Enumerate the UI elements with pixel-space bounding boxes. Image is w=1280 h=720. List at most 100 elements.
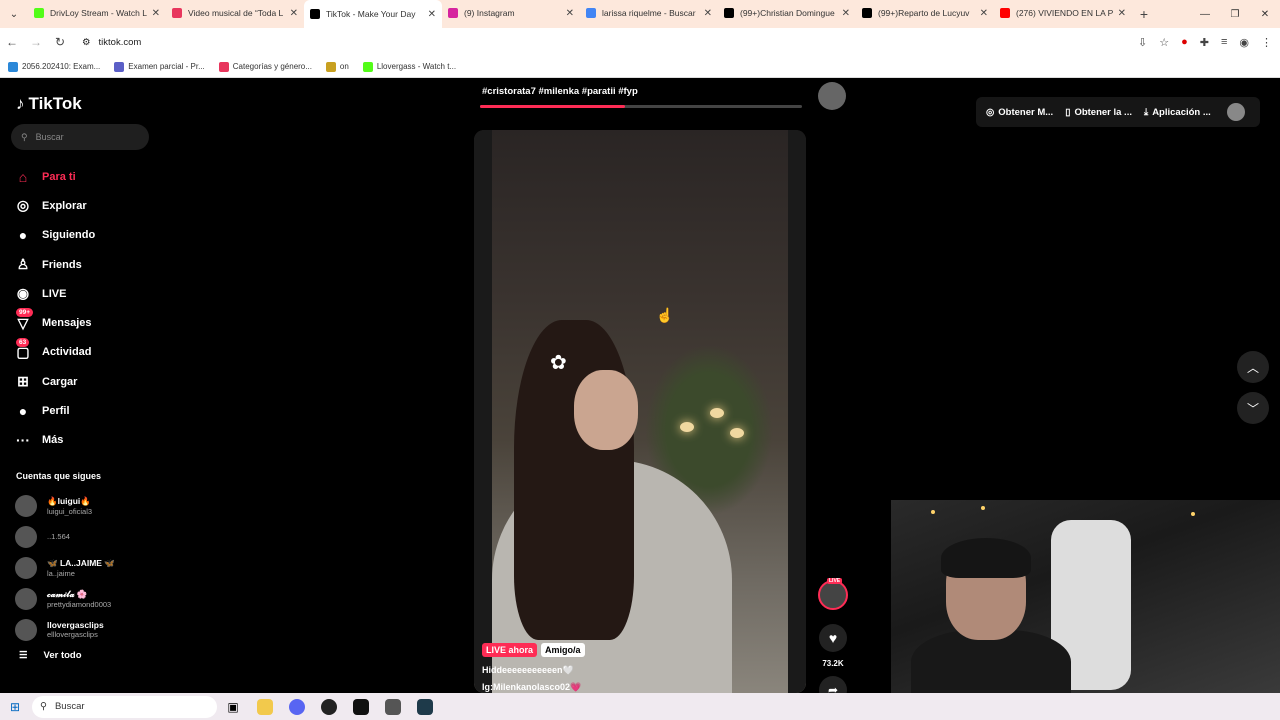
- tab-close-icon[interactable]: ✕: [704, 8, 712, 19]
- download-icon: ⤓: [1143, 106, 1149, 118]
- next-video-button[interactable]: ﹀: [1237, 392, 1269, 424]
- tab-favicon-icon: [586, 8, 596, 18]
- reading-list-icon[interactable]: ≡: [1221, 36, 1227, 48]
- following-item[interactable]: 🔥luigui🔥 luigui_oficial3: [15, 490, 115, 521]
- get-coins-button[interactable]: ◎ Obtener M...: [986, 107, 1053, 118]
- site-info-icon[interactable]: ⚙: [82, 37, 91, 48]
- bookmark-favicon-icon: [362, 61, 373, 72]
- obs-icon[interactable]: [313, 693, 345, 720]
- league-icon[interactable]: [409, 693, 441, 720]
- following-item[interactable]: 🦋 LA..JAIME 🦋 la..jaime: [15, 552, 115, 583]
- url-field[interactable]: ⚙ tiktok.com: [82, 37, 141, 48]
- sidebar-item-home[interactable]: ⌂ Para ti: [14, 162, 95, 191]
- video-progress-bar[interactable]: [480, 105, 802, 108]
- previous-video-avatar[interactable]: [818, 82, 846, 110]
- window-controls: — ❐ ✕: [1190, 0, 1280, 28]
- sidebar-item-more[interactable]: ··· Más: [14, 426, 95, 455]
- bookmark-star-icon[interactable]: ☆: [1159, 36, 1169, 49]
- video-face: [574, 370, 638, 450]
- chrome-app-icon[interactable]: [377, 693, 409, 720]
- close-window-button[interactable]: ✕: [1250, 9, 1280, 20]
- video-hashtags[interactable]: #cristorata7 #milenka #paratii #fyp: [482, 86, 638, 97]
- menu-icon[interactable]: ⋮: [1261, 36, 1272, 49]
- profile-icon[interactable]: ◉: [1239, 36, 1249, 49]
- tiktok-logo[interactable]: ♪ TikTok: [16, 94, 82, 114]
- bookmark-item[interactable]: Categorías y género...: [218, 61, 312, 72]
- reload-button[interactable]: ↻: [48, 35, 72, 49]
- tab-close-icon[interactable]: ✕: [980, 8, 988, 19]
- user-avatar[interactable]: [1226, 103, 1245, 121]
- install-app-icon[interactable]: ⇩: [1138, 36, 1147, 49]
- browser-tab[interactable]: larissa riquelme - Buscar ✕: [580, 0, 718, 26]
- browser-tab[interactable]: TikTok - Make Your Day ✕: [304, 0, 442, 28]
- previous-video-button[interactable]: ︿: [1237, 351, 1269, 383]
- live-row: LIVE ahora Amigo/a: [482, 643, 585, 657]
- sidebar-item-profile-avatar[interactable]: ● Perfil: [14, 396, 95, 425]
- tab-close-icon[interactable]: ✕: [290, 8, 298, 19]
- like-count: 73.2K: [822, 659, 844, 668]
- sidebar-item-activity[interactable]: ▢ Actividad 63: [14, 337, 95, 367]
- bookmark-item[interactable]: Examen parcial - Pr...: [114, 61, 205, 72]
- get-app-button[interactable]: ▯ Obtener la ...: [1065, 107, 1132, 118]
- following-heading: Cuentas que sigues: [16, 471, 102, 481]
- top-right-actions: ◎ Obtener M... ▯ Obtener la ... ⤓ Aplicació…: [976, 97, 1260, 127]
- restore-button[interactable]: ❐: [1220, 9, 1250, 20]
- browser-tab[interactable]: (276) VIVIENDO EN LA PI ✕: [994, 0, 1132, 26]
- tab-close-icon[interactable]: ✕: [566, 8, 574, 19]
- creator-live-avatar[interactable]: LIVE: [818, 578, 848, 610]
- browser-tab[interactable]: (9) Instagram ✕: [442, 0, 580, 26]
- sidebar-item-upload[interactable]: ⊞ Cargar: [14, 367, 95, 396]
- sidebar-item-following-avatar[interactable]: ● Siguiendo: [14, 221, 95, 250]
- video-right-edge: [788, 130, 806, 693]
- browser-tab[interactable]: DrivLoy Stream - Watch L ✕: [28, 0, 166, 26]
- sidebar-item-label: Actividad: [42, 346, 92, 359]
- taskbar-search[interactable]: ⚲ Buscar: [32, 695, 217, 718]
- sidebar-item-messages[interactable]: ▽ Mensajes 99+: [14, 308, 95, 337]
- windows-start-icon[interactable]: ⊞: [0, 700, 30, 714]
- opera-extension-icon[interactable]: ●: [1181, 36, 1188, 48]
- tab-search-button[interactable]: ⌄: [0, 0, 28, 28]
- tab-close-icon[interactable]: ✕: [152, 8, 160, 19]
- live-now-badge[interactable]: LIVE ahora: [482, 643, 538, 657]
- following-name: 𝓬𝓪𝓶𝓲𝓵𝓪 🌸: [47, 588, 88, 599]
- file-explorer-icon[interactable]: [249, 693, 281, 720]
- search-icon: ⚲: [40, 701, 47, 712]
- bookmark-item[interactable]: on: [325, 61, 349, 72]
- like-button[interactable]: ♥: [819, 624, 847, 652]
- compass-icon: ◎: [16, 197, 30, 214]
- more-icon: ···: [16, 432, 30, 449]
- upload-icon: ⊞: [17, 373, 29, 390]
- bookmark-item[interactable]: 2056.202410: Exam...: [8, 61, 100, 72]
- browser-tab[interactable]: Video musical de “Toda L ✕: [166, 0, 304, 26]
- tab-favicon-icon: [1000, 8, 1010, 18]
- task-view-icon[interactable]: ▣: [217, 693, 249, 720]
- tab-close-icon[interactable]: ✕: [428, 9, 436, 20]
- capcut-icon[interactable]: [345, 693, 377, 720]
- discord-icon[interactable]: [281, 693, 313, 720]
- following-item[interactable]: 𝓬𝓪𝓶𝓲𝓵𝓪 🌸 prettydiamond0003: [15, 583, 115, 614]
- browser-tab[interactable]: (99+)Christian Domingue ✕: [718, 0, 856, 26]
- search-box[interactable]: ⚲ Buscar: [11, 124, 149, 150]
- see-all-link[interactable]: ☰ Ver todo: [19, 650, 82, 661]
- video-lamp: [730, 428, 744, 438]
- tab-close-icon[interactable]: ✕: [1118, 8, 1126, 19]
- browser-tab[interactable]: (99+)Reparto de Lucyuv ✕: [856, 0, 994, 26]
- minimize-button[interactable]: —: [1190, 9, 1220, 20]
- sidebar-item-compass[interactable]: ◎ Explorar: [14, 191, 95, 220]
- following-item[interactable]: ..1.564: [15, 521, 115, 552]
- video-player[interactable]: ✿: [474, 130, 806, 693]
- back-button[interactable]: ←: [0, 35, 24, 49]
- address-bar-icons: ⇩ ☆ ● ✚ ≡ ◉ ⋮: [1138, 28, 1272, 56]
- following-item[interactable]: llovergasclips elllovergasclips: [15, 614, 115, 645]
- extensions-icon[interactable]: ✚: [1200, 36, 1209, 49]
- new-tab-button[interactable]: +: [1132, 6, 1156, 22]
- bookmark-item[interactable]: Llovergass - Watch t...: [362, 61, 456, 72]
- sidebar-item-friends[interactable]: ♙ Friends: [14, 250, 95, 279]
- tab-title: (99+)Christian Domingue: [740, 8, 835, 18]
- share-button[interactable]: ➦: [819, 676, 847, 693]
- home-icon: ⌂: [18, 168, 28, 185]
- tab-close-icon[interactable]: ✕: [842, 8, 850, 19]
- sidebar-item-live[interactable]: ◉ LIVE: [14, 279, 95, 308]
- desktop-app-button[interactable]: ⤓ Aplicación ...: [1144, 107, 1211, 118]
- forward-button[interactable]: →: [24, 35, 48, 49]
